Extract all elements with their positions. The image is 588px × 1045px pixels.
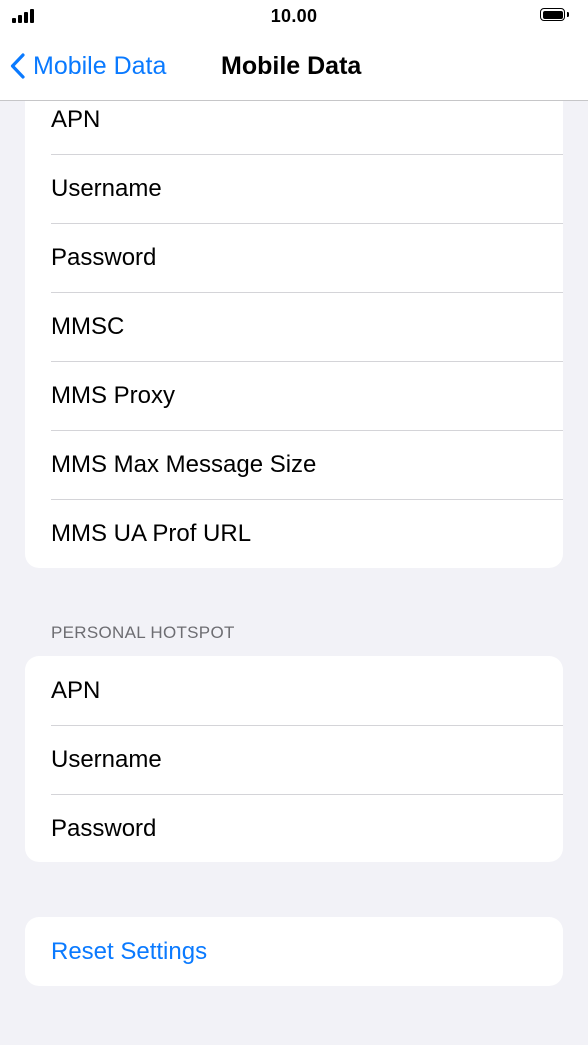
hotspot-username-row[interactable]: Username [25, 725, 563, 794]
reset-group: Reset Settings [25, 917, 563, 986]
mms-proxy-row[interactable]: MMS Proxy [25, 361, 563, 430]
mms-ua-prof-url-label: MMS UA Prof URL [51, 519, 252, 547]
status-time: 10.00 [270, 6, 318, 26]
hotspot-apn-label: APN [51, 676, 101, 704]
mmsc-row[interactable]: MMSC [25, 292, 563, 361]
hotspot-apn-row[interactable]: APN [25, 656, 563, 725]
navigation-bar: Mobile Data Mobile Data [0, 34, 588, 101]
reset-settings-button[interactable]: Reset Settings [25, 917, 563, 986]
battery-full-icon [540, 8, 569, 21]
mobile-data-settings-group: APN Username Password MMSC MMS Proxy MMS… [25, 85, 563, 568]
personal-hotspot-group: APN Username Password [25, 656, 563, 862]
personal-hotspot-header: PERSONAL HOTSPOT [51, 623, 235, 642]
mms-max-message-size-row[interactable]: MMS Max Message Size [25, 430, 563, 499]
hotspot-username-label: Username [51, 745, 162, 773]
password-row[interactable]: Password [25, 223, 563, 292]
mms-max-message-size-label: MMS Max Message Size [51, 450, 317, 478]
reset-settings-label: Reset Settings [51, 937, 208, 965]
mms-proxy-label: MMS Proxy [51, 381, 176, 409]
username-row[interactable]: Username [25, 154, 563, 223]
apn-label: APN [51, 105, 101, 133]
back-button-label: Mobile Data [33, 51, 167, 80]
mms-ua-prof-url-row[interactable]: MMS UA Prof URL [25, 499, 563, 568]
page-title: Mobile Data [221, 52, 362, 80]
mmsc-label: MMSC [51, 312, 125, 340]
chevron-left-icon [10, 53, 25, 79]
status-bar: 10.00 [0, 0, 588, 34]
back-button[interactable]: Mobile Data [10, 48, 166, 84]
hotspot-password-row[interactable]: Password [25, 794, 563, 862]
username-label: Username [51, 174, 162, 202]
hotspot-password-label: Password [51, 814, 157, 842]
password-label: Password [51, 243, 157, 271]
